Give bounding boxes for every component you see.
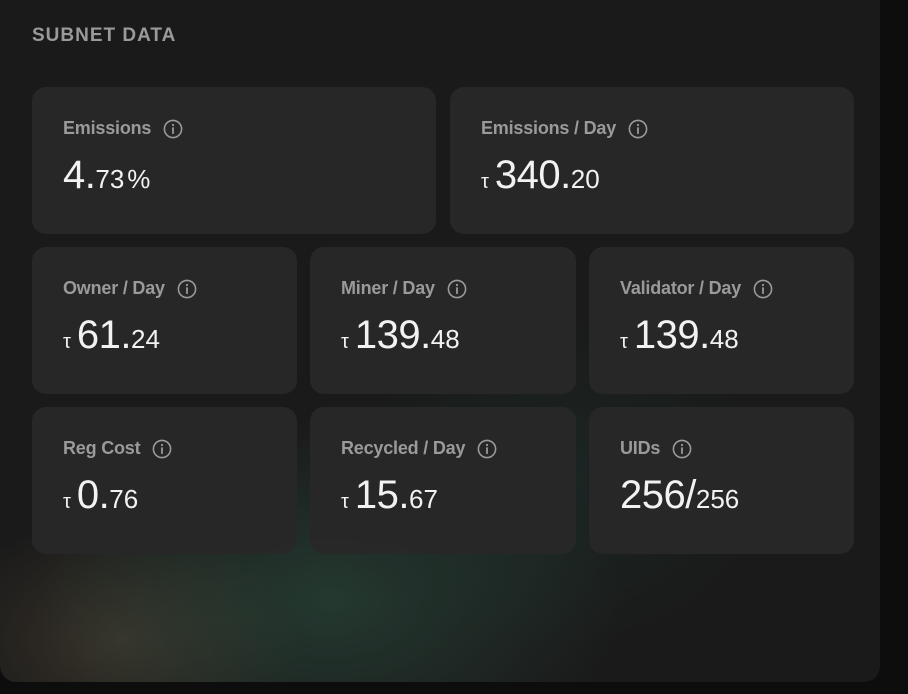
info-icon[interactable] <box>177 279 197 299</box>
tao-symbol: τ <box>620 331 628 353</box>
value-whole: 139. <box>354 313 431 357</box>
card-value: 256/256 <box>620 473 739 518</box>
tao-symbol: τ <box>63 331 71 353</box>
value-fraction: 67 <box>409 484 438 514</box>
value-whole: 61. <box>76 313 132 357</box>
card-value: 4. 73% <box>63 153 150 198</box>
info-icon[interactable] <box>753 279 773 299</box>
tao-symbol: τ <box>481 171 489 193</box>
value-fraction: 20 <box>570 164 600 194</box>
value-whole: 139. <box>633 313 710 357</box>
subnet-data-panel: SUBNET DATA Emissions 4. 73% Emissions / … <box>0 0 880 682</box>
value-fraction: 24 <box>131 324 160 354</box>
info-icon[interactable] <box>152 439 172 459</box>
card-value: τ 15. 67 <box>341 473 438 518</box>
card-value: τ 139. 48 <box>620 313 739 358</box>
value-fraction: 73 <box>95 164 125 194</box>
info-icon[interactable] <box>447 279 467 299</box>
card-label: UIDs <box>620 438 661 458</box>
value-fraction: 76 <box>109 484 139 514</box>
card-value: τ 0. 76 <box>63 473 138 518</box>
value-fraction: 48 <box>430 324 460 354</box>
card-value: τ 139. 48 <box>341 313 460 358</box>
card-label: Emissions / Day <box>481 118 617 138</box>
card-label: Validator / Day <box>620 278 742 298</box>
card-emissions: Emissions 4. 73% <box>32 87 436 234</box>
info-icon[interactable] <box>477 439 497 459</box>
value-whole: 256/ <box>620 473 696 517</box>
card-emissions-per-day: Emissions / Day τ 340. 20 <box>450 87 854 234</box>
card-label: Emissions <box>63 118 152 138</box>
value-whole: 15. <box>354 473 410 517</box>
info-icon[interactable] <box>628 119 648 139</box>
value-whole: 340. <box>494 153 571 197</box>
info-icon[interactable] <box>163 119 183 139</box>
card-reg-cost: Reg Cost τ 0. 76 <box>32 407 297 554</box>
card-label: Owner / Day <box>63 278 165 298</box>
card-uids: UIDs 256/256 <box>589 407 854 554</box>
value-whole: 0. <box>76 473 110 517</box>
value-fraction: 48 <box>709 324 739 354</box>
card-label: Recycled / Day <box>341 438 466 458</box>
tao-symbol: τ <box>341 331 349 353</box>
tao-symbol: τ <box>341 491 349 513</box>
card-value: τ 340. 20 <box>481 153 600 198</box>
value-whole: 4. <box>63 153 96 197</box>
card-recycled-per-day: Recycled / Day τ 15. 67 <box>310 407 576 554</box>
section-title: SUBNET DATA <box>32 25 177 46</box>
card-label: Reg Cost <box>63 438 141 458</box>
value-suffix: % <box>127 164 151 194</box>
info-icon[interactable] <box>672 439 692 459</box>
card-label: Miner / Day <box>341 278 435 298</box>
card-value: τ 61. 24 <box>63 313 160 358</box>
tao-symbol: τ <box>63 491 71 513</box>
card-validator-per-day: Validator / Day τ 139. 48 <box>589 247 854 394</box>
card-miner-per-day: Miner / Day τ 139. 48 <box>310 247 576 394</box>
card-owner-per-day: Owner / Day τ 61. 24 <box>32 247 297 394</box>
value-fraction: 256 <box>695 484 740 514</box>
